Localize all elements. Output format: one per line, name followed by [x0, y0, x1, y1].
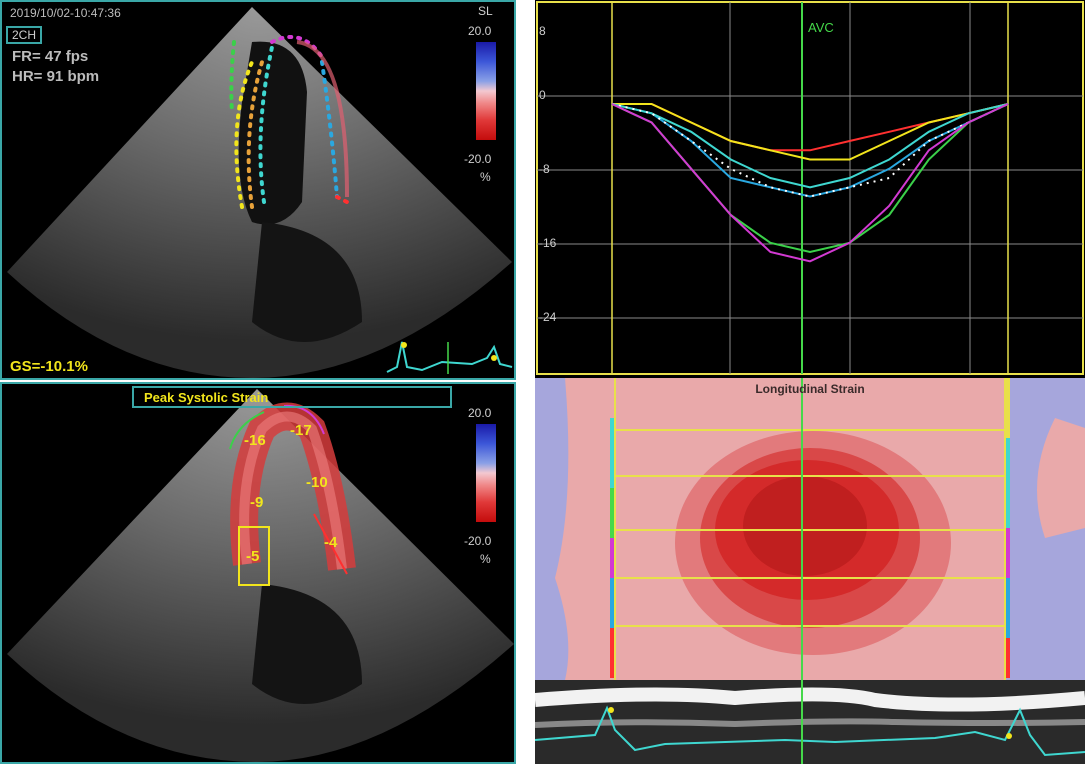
global-strain: GS=-10.1% [10, 358, 88, 375]
segment-value: -4 [324, 534, 338, 551]
y-tick: -24 [539, 310, 557, 324]
segment-value: -9 [250, 494, 264, 511]
strain-curve-panel: AVC 8 0 -8 -16 -24 [535, 0, 1085, 378]
strain-map-panel: Longitudinal Strain [535, 378, 1085, 680]
segment-value: -10 [306, 474, 328, 491]
view-badge[interactable]: 2CH [6, 26, 43, 44]
mmode-strip [535, 680, 1085, 764]
mmode-ecg-panel [535, 680, 1085, 764]
peak-strain-panel: Peak Systolic Strain -16 -17 -9 -10 -5 -… [0, 382, 516, 764]
strain-map-title: Longitudinal Strain [755, 382, 865, 396]
y-tick: -8 [539, 162, 550, 176]
strain-curves [611, 103, 1009, 263]
y-tick: 8 [539, 24, 546, 38]
frame-rate: FR= 47 fps [12, 48, 89, 65]
peak-strain-title: Peak Systolic Strain [132, 386, 452, 408]
segment-value: -5 [246, 548, 260, 565]
segment-value: -17 [290, 422, 312, 439]
colorbar-max: 20.0 [468, 24, 492, 38]
strain-curve-chart [536, 1, 1084, 375]
mode-label: SL [478, 4, 493, 18]
colorbar-unit: % [480, 170, 491, 184]
colorbar-max: 20.0 [468, 406, 492, 420]
colorbar [476, 42, 496, 140]
segment-value: -16 [244, 432, 266, 449]
y-tick: 0 [539, 88, 546, 102]
timestamp: 2019/10/02-10:47:36 [10, 6, 121, 20]
strain-map [535, 378, 1085, 680]
y-tick: -16 [539, 236, 557, 250]
colorbar-unit: % [480, 552, 491, 566]
colorbar-min: -20.0 [464, 152, 492, 166]
colorbar [476, 424, 496, 522]
avc-marker-label: AVC [808, 20, 834, 35]
echo-2ch-panel: 2019/10/02-10:47:36 2CH FR= 47 fps HR= 9… [0, 0, 516, 380]
heart-rate: HR= 91 bpm [12, 68, 100, 85]
colorbar-min: -20.0 [464, 534, 492, 548]
